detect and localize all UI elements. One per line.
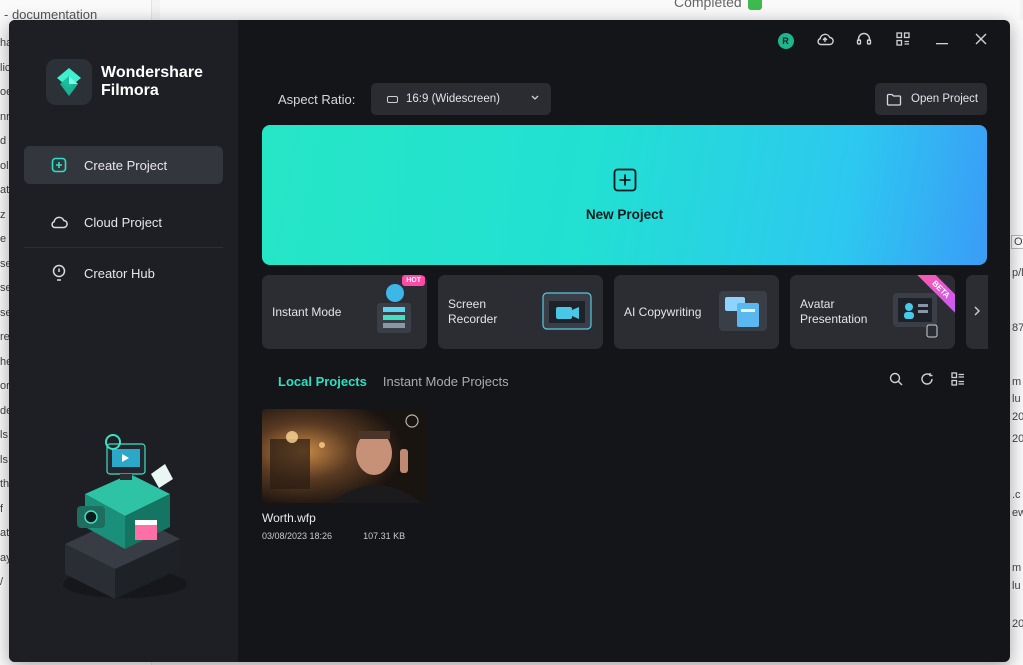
sidebar-divider [24,247,223,248]
chevron-down-icon [530,92,540,105]
background-text-fragment: p/l [1012,267,1023,279]
background-text-fragment: at [0,184,10,196]
plus-square-icon [613,168,637,197]
sidebar: Wondershare Filmora Create Project Cloud… [9,20,238,662]
aspect-ratio-label: Aspect Ratio: [278,92,356,107]
check-icon [747,0,762,11]
plus-square-icon [50,156,68,174]
new-project-button[interactable]: New Project [262,125,987,265]
background-text-fragment: O [1011,235,1023,249]
sidebar-item-label: Cloud Project [84,214,163,230]
sidebar-item-cloud-project[interactable]: Cloud Project [24,203,223,241]
card-label: Instant Mode [272,304,342,319]
screen-ratio-icon [387,95,398,103]
background-text-fragment: ew [1012,507,1023,519]
tab-instant-mode-projects[interactable]: Instant Mode Projects [383,374,509,389]
background-text-fragment: e [0,233,7,245]
background-text-fragment: 20 [1012,411,1023,423]
sidebar-item-create-project[interactable]: Create Project [24,146,223,184]
folder-icon [886,93,902,106]
quick-actions-next-button[interactable] [966,275,988,349]
background-status: Completed [674,0,762,11]
project-date: 03/08/2023 18:26 [262,531,333,541]
refresh-icon [920,372,934,391]
list-view-icon [951,371,965,391]
open-project-button[interactable]: Open Project [875,83,987,115]
cloud-icon [50,213,68,231]
filmora-window: Wondershare Filmora Create Project Cloud… [9,20,1010,662]
refresh-button[interactable] [917,371,937,391]
apps-button[interactable] [883,30,922,52]
background-text-fragment: th [0,478,10,490]
close-button[interactable] [961,30,1000,52]
bulb-icon [50,264,68,282]
project-name: Worth.wfp [262,511,316,525]
support-button[interactable] [844,30,883,52]
instant-mode-icon [365,283,419,344]
background-text-fragment: ls [0,453,8,466]
sidebar-illustration [55,424,195,609]
card-label: AI Copywriting [624,304,702,319]
background-text-fragment: 20 [1012,618,1023,630]
minimize-icon [935,32,948,50]
aspect-ratio-select[interactable]: 16:9 (Widescreen) [371,83,551,115]
ai-copywriting-icon [715,283,771,342]
background-text-fragment: m [1012,562,1022,574]
hot-badge: HOT [402,275,425,286]
chevron-right-icon [973,305,981,319]
project-meta: 03/08/2023 18:26 107.31 KB [262,531,405,541]
background-text-fragment: f [0,502,4,515]
titlebar: R [766,30,1000,52]
project-size: 107.31 KB [363,531,406,541]
background-text-fragment: / [0,576,4,588]
background-text-fragment: lu [1012,580,1021,592]
sidebar-item-creator-hub[interactable]: Creator Hub [24,254,223,292]
background-text-fragment: m [1012,376,1022,388]
background-status-text: Completed [674,0,742,10]
card-label: Avatar Presentation [800,297,868,326]
screen-recorder-icon [539,283,595,342]
minimize-button[interactable] [922,30,961,52]
cloud-upload-icon [816,32,834,51]
background-text-fragment: ls [0,429,8,441]
open-project-label: Open Project [911,93,979,105]
view-mode-button[interactable] [948,371,968,391]
quick-actions: HOT Instant Mode Screen Recorder AI Copy… [262,275,988,349]
avatar-presentation-card[interactable]: BETA Avatar Presentation [790,275,955,349]
account-button[interactable]: R [766,30,805,52]
background-text-fragment: at [0,527,10,539]
aspect-ratio-value: 16:9 (Widescreen) [406,93,500,105]
tab-local-projects[interactable]: Local Projects [278,374,367,389]
sidebar-item-label: Creator Hub [84,265,155,281]
ai-copywriting-card[interactable]: AI Copywriting [614,275,779,349]
close-icon [975,32,987,50]
brand-name-line2: Filmora [101,82,159,99]
brand-name-line1: Wondershare [101,64,203,81]
project-tabs: Local Projects Instant Mode Projects [278,374,509,389]
background-text-fragment: lu [1012,393,1021,405]
card-label: Screen Recorder [448,297,498,326]
background-window-right: Op/l 87 m lu 20 20 .c ew m lu 20 [1010,20,1023,665]
background-text-fragment: .c [1012,489,1021,501]
grid-icon [895,31,910,51]
sidebar-item-label: Create Project [84,157,168,173]
background-text-fragment: 87 [1012,322,1023,334]
background-text-fragment: z [0,208,6,221]
background-window-top: Completed [160,0,1020,20]
background-text-fragment: 20 [1012,433,1023,445]
new-project-label: New Project [585,207,664,222]
cloud-sync-button[interactable] [805,30,844,52]
screen-recorder-card[interactable]: Screen Recorder [438,275,603,349]
search-button[interactable] [886,371,906,391]
background-text-fragment: ol [0,159,9,172]
filmora-logo-icon [46,59,92,105]
avatar: R [777,33,794,49]
brand: Wondershare Filmora [46,59,203,105]
search-icon [889,372,903,391]
headset-icon [856,31,872,52]
project-thumbnail[interactable] [262,409,428,503]
project-list-tools [886,371,968,391]
instant-mode-card[interactable]: HOT Instant Mode [262,275,427,349]
